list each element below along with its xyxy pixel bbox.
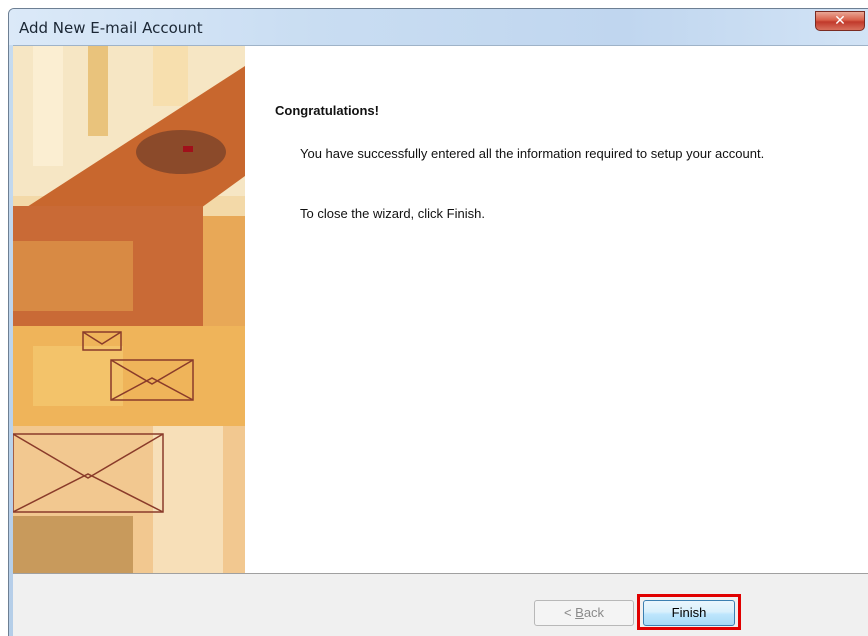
back-button-prefix: < [563,605,576,620]
success-message: You have successfully entered all the in… [300,146,765,161]
finish-button[interactable]: Finish [643,600,735,626]
close-instruction: To close the wizard, click Finish. [300,206,485,221]
wizard-side-image [13,46,245,573]
congratulations-heading: Congratulations! [275,103,379,118]
wizard-content: Congratulations! You have successfully e… [245,46,868,573]
close-button[interactable]: ✕ [815,11,865,31]
close-icon: ✕ [834,13,846,29]
wizard-window: Add New E-mail Account ✕ Congratulations… [8,8,868,636]
finish-button-label: Finish [671,605,707,620]
back-button-rest: ack [583,605,605,620]
title-bar[interactable]: Add New E-mail Account ✕ [9,9,868,45]
wizard-body: Congratulations! You have successfully e… [13,45,868,636]
back-button[interactable]: < Back [534,600,634,626]
back-button-mnemonic: B [575,605,584,620]
button-bar: < Back Finish [13,573,868,636]
window-title: Add New E-mail Account [19,19,203,37]
